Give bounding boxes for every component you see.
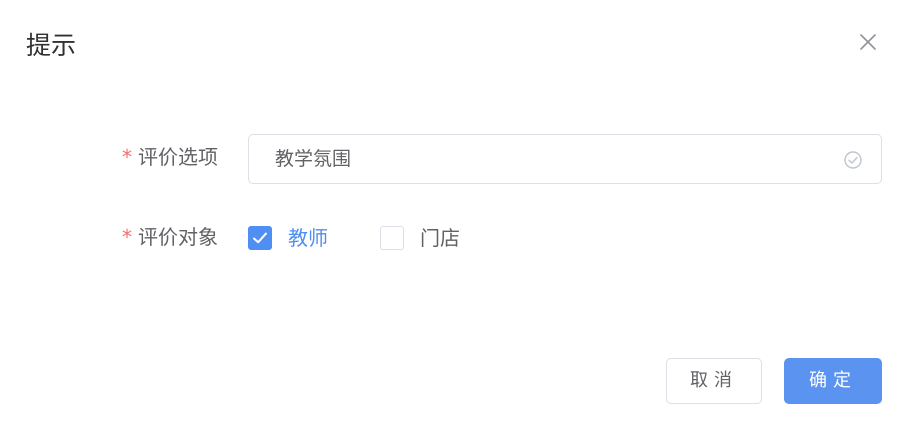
dialog: 提示 * 评价选项 教学氛围 * 评价对象 教师 门店 取消 确定 (0, 0, 908, 432)
required-mark: * (122, 225, 132, 249)
dialog-title: 提示 (26, 31, 77, 60)
target-label-text: 评价对象 (138, 225, 218, 249)
option-label: * 评价选项 (122, 143, 218, 171)
option-label-text: 评价选项 (138, 145, 218, 169)
cancel-button[interactable]: 取消 (666, 358, 762, 404)
circle-check-icon (844, 151, 862, 169)
close-icon (860, 34, 876, 50)
checkbox-store[interactable]: 门店 (380, 224, 460, 252)
confirm-button[interactable]: 确定 (784, 358, 882, 404)
checkbox-store-box[interactable] (380, 226, 404, 250)
option-select[interactable]: 教学氛围 (248, 134, 882, 184)
check-icon (253, 232, 267, 244)
required-mark: * (122, 145, 132, 169)
checkbox-teacher[interactable]: 教师 (248, 224, 328, 252)
target-label: * 评价对象 (122, 223, 218, 251)
close-button[interactable] (856, 30, 880, 54)
option-select-value: 教学氛围 (275, 148, 352, 170)
checkbox-teacher-label[interactable]: 教师 (288, 224, 328, 252)
checkbox-store-label[interactable]: 门店 (420, 224, 460, 252)
checkbox-teacher-box[interactable] (248, 226, 272, 250)
